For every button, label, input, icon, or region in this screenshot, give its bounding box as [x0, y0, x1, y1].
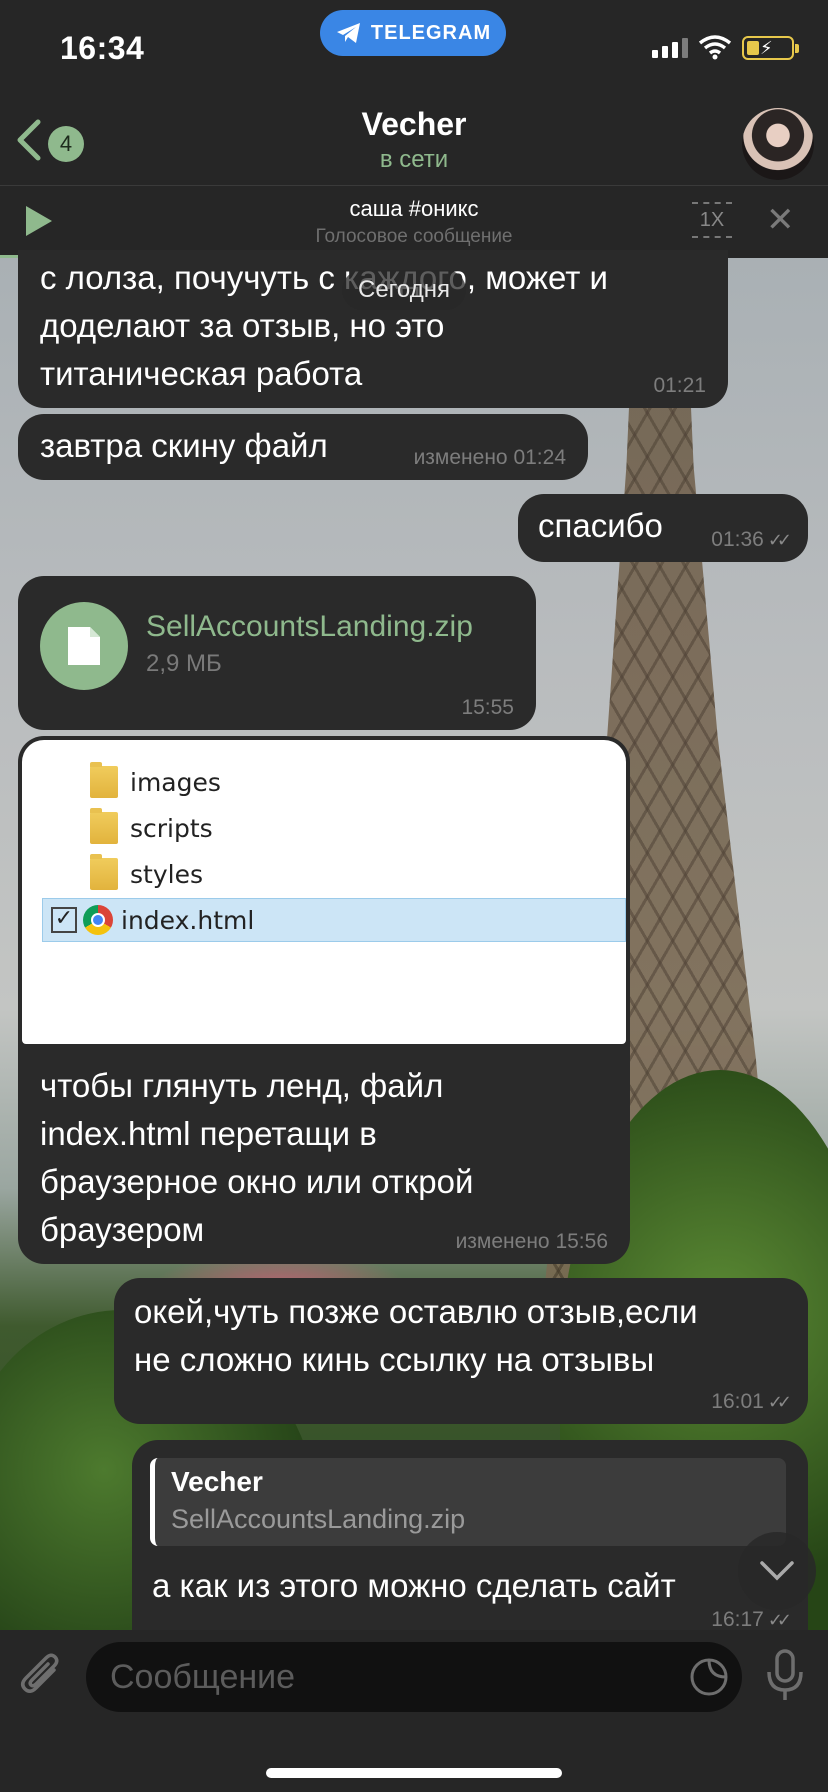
- reply-quote[interactable]: Vecher SellAccountsLanding.zip: [150, 1458, 786, 1546]
- scroll-down-button[interactable]: [738, 1532, 816, 1610]
- message-text-line: окей,чуть позже оставлю отзыв,если: [134, 1293, 698, 1330]
- message-time: изменено 01:24: [413, 446, 566, 469]
- file-message-bubble[interactable]: SellAccountsLanding.zip 2,9 МБ 15:55: [18, 576, 536, 730]
- photo-message-bubble[interactable]: images scripts styles ✓ index.html чтобы…: [18, 736, 630, 1264]
- battery-icon: ⚡: [742, 36, 799, 60]
- reply-author: Vecher: [171, 1466, 263, 1497]
- message-text: завтра скину файл: [40, 427, 328, 464]
- message-bubble-outgoing[interactable]: спасибо 01:36 ✓✓: [518, 494, 808, 562]
- date-chip: Сегодня: [342, 270, 466, 310]
- folder-icon: [90, 808, 118, 844]
- message-text-line: с лолза, почучуть с каждого, может и: [40, 259, 608, 296]
- telegram-pill-label: TELEGRAM: [370, 21, 492, 44]
- wifi-icon: [698, 35, 732, 60]
- photo-attachment[interactable]: images scripts styles ✓ index.html: [22, 740, 626, 1044]
- message-input-placeholder: Сообщение: [110, 1658, 296, 1696]
- message-text-line: чтобы глянуть ленд, файл: [40, 1067, 444, 1104]
- message-text-line: index.html перетащи в: [40, 1115, 377, 1152]
- avatar[interactable]: [742, 108, 814, 180]
- message-text: а как из этого можно сделать сайт: [152, 1567, 676, 1604]
- telegram-icon: [336, 23, 360, 43]
- microphone-icon[interactable]: [762, 1648, 808, 1704]
- message-text: спасибо: [538, 507, 663, 544]
- close-icon[interactable]: ✕: [766, 200, 795, 240]
- chat-title[interactable]: Vecher: [0, 106, 828, 143]
- sticker-icon[interactable]: [688, 1656, 730, 1698]
- read-checks-icon: ✓✓: [767, 1609, 792, 1630]
- document-icon: [68, 627, 100, 665]
- message-time: 01:36: [711, 528, 764, 551]
- read-checks-icon: ✓✓: [767, 529, 792, 550]
- chevron-down-icon: [760, 1561, 794, 1581]
- message-time: 16:01: [711, 1390, 764, 1413]
- message-input[interactable]: Сообщение: [86, 1642, 742, 1712]
- checkbox-icon: ✓: [51, 907, 77, 933]
- folder-name: styles: [130, 859, 203, 889]
- status-bar: 16:34 TELEGRAM ⚡: [0, 0, 828, 90]
- home-indicator: [266, 1768, 562, 1778]
- message-text-line: доделают за отзыв, но это: [40, 307, 445, 344]
- file-name[interactable]: SellAccountsLanding.zip: [146, 610, 473, 644]
- folder-icon: [90, 762, 118, 798]
- message-time: 16:17: [711, 1608, 764, 1630]
- chrome-icon: [83, 905, 113, 935]
- reply-text: SellAccountsLanding.zip: [171, 1504, 466, 1534]
- folder-icon: [90, 854, 118, 890]
- telegram-pill[interactable]: TELEGRAM: [320, 10, 506, 56]
- message-composer: Сообщение: [0, 1630, 828, 1792]
- message-bubble-outgoing[interactable]: Vecher SellAccountsLanding.zip а как из …: [132, 1440, 808, 1630]
- status-time: 16:34: [60, 30, 145, 66]
- message-bubble-incoming[interactable]: завтра скину файл изменено 01:24: [18, 414, 588, 480]
- signal-icon: [652, 38, 688, 58]
- chat-header: 4 Vecher в сети: [0, 90, 828, 186]
- read-checks-icon: ✓✓: [767, 1391, 792, 1412]
- message-bubble-outgoing[interactable]: окей,чуть позже оставлю отзыв,если не сл…: [114, 1278, 808, 1424]
- voice-player-bar[interactable]: саша #оникс Голосовое сообщение 1X ✕: [0, 186, 828, 258]
- message-text-line: браузерное окно или открой: [40, 1163, 474, 1200]
- message-time: 01:21: [653, 374, 706, 397]
- message-time: изменено 15:56: [455, 1230, 608, 1253]
- folder-name: images: [130, 767, 221, 797]
- file-download-button[interactable]: [40, 602, 128, 690]
- message-text-line: титаническая работа: [40, 355, 363, 392]
- message-time: 15:55: [461, 696, 514, 719]
- file-size: 2,9 МБ: [146, 650, 222, 677]
- folder-name: scripts: [130, 813, 213, 843]
- message-text-line: не сложно кинь ссылку на отзывы: [134, 1341, 655, 1378]
- playback-speed-button[interactable]: 1X: [692, 202, 732, 238]
- chat-status: в сети: [379, 146, 449, 173]
- file-name: index.html: [121, 905, 255, 935]
- message-text-line: браузером: [40, 1211, 205, 1248]
- attach-icon[interactable]: [20, 1650, 64, 1700]
